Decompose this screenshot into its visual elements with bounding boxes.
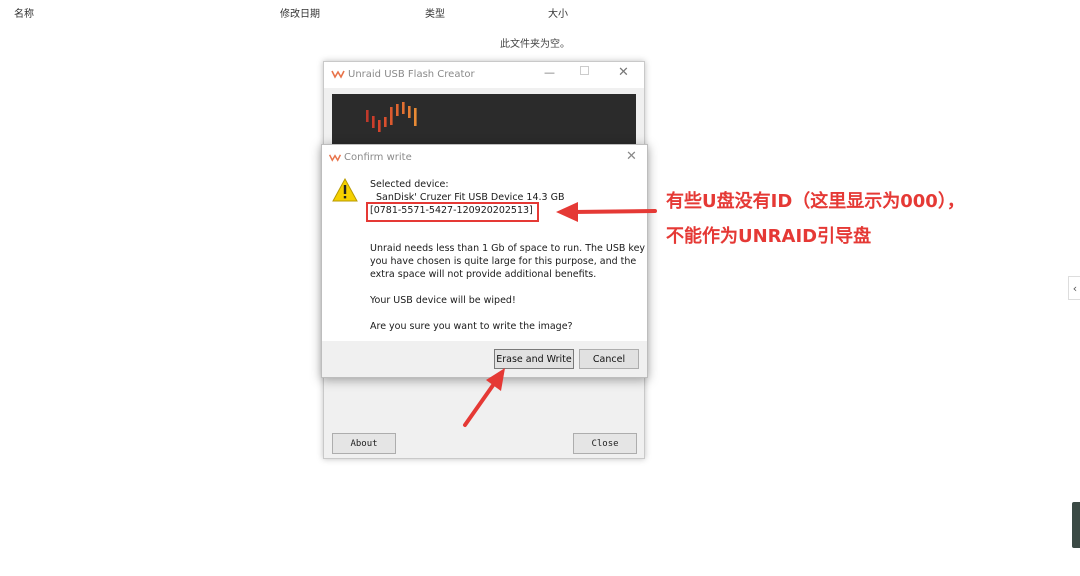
dialog-button-bar: Erase and Write Cancel <box>322 341 647 377</box>
chevron-left-icon: ‹ <box>1072 281 1078 295</box>
close-button[interactable]: Close <box>573 433 637 454</box>
window-title: Unraid USB Flash Creator <box>348 69 475 80</box>
warning-icon <box>332 178 358 202</box>
column-size[interactable]: 大小 <box>548 5 568 20</box>
about-button[interactable]: About <box>332 433 396 454</box>
device-id-highlight <box>366 202 539 222</box>
unraid-banner <box>332 94 636 148</box>
dialog-close-icon[interactable]: ✕ <box>626 149 637 164</box>
confirm-write-dialog: Confirm write ✕ Selected device: SanDisk… <box>321 144 648 378</box>
file-list-header: 名称 ^ 修改日期 类型 大小 <box>0 0 1080 22</box>
column-type[interactable]: 类型 <box>425 5 445 20</box>
annotation-line-2: 不能作为UNRAID引导盘 <box>666 226 872 247</box>
wipe-warning: Your USB device will be wiped! <box>370 295 516 306</box>
message-line: extra space will not provide additional … <box>370 269 597 280</box>
unraid-bars-logo-icon <box>366 102 417 132</box>
annotation-line-1: 有些U盘没有ID（这里显示为000）， <box>666 191 965 212</box>
column-name[interactable]: 名称 <box>14 5 34 20</box>
window-titlebar[interactable]: Unraid USB Flash Creator — ✕ <box>324 62 644 88</box>
selected-device-label: Selected device: <box>370 179 449 190</box>
message-line: you have chosen is quite large for this … <box>370 256 637 267</box>
cancel-button[interactable]: Cancel <box>579 349 639 369</box>
maximize-icon[interactable] <box>580 66 589 75</box>
erase-and-write-button[interactable]: Erase and Write <box>494 349 574 369</box>
dialog-titlebar[interactable]: Confirm write ✕ <box>322 145 647 171</box>
side-panel-toggle[interactable]: ‹ <box>1068 276 1080 300</box>
dialog-title: Confirm write <box>344 152 412 163</box>
close-icon[interactable]: ✕ <box>618 65 629 80</box>
column-date-modified[interactable]: 修改日期 <box>280 5 320 20</box>
empty-folder-message: 此文件夹为空。 <box>500 39 570 50</box>
sort-ascending-icon: ^ <box>138 0 146 7</box>
side-scroll-handle[interactable] <box>1072 502 1080 548</box>
unraid-logo-icon <box>328 154 342 162</box>
message-line: Unraid needs less than 1 Gb of space to … <box>370 243 646 254</box>
unraid-logo-icon <box>331 70 345 79</box>
minimize-icon[interactable]: — <box>544 66 555 79</box>
confirm-question: Are you sure you want to write the image… <box>370 321 573 332</box>
